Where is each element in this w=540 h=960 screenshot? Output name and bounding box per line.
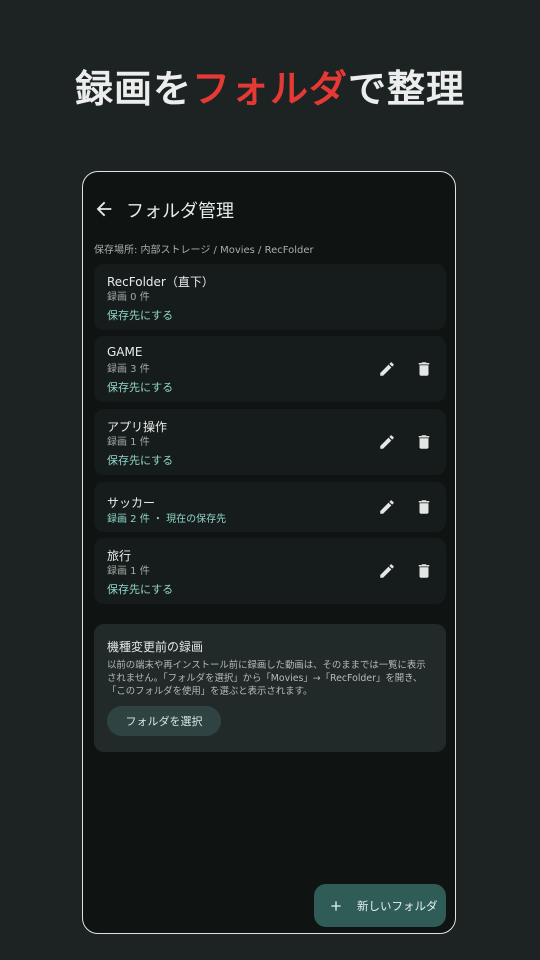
headline-part1: 録画を <box>74 67 192 111</box>
pencil-icon <box>380 435 394 449</box>
pencil-icon <box>380 500 394 514</box>
delete-button[interactable] <box>412 495 436 519</box>
delete-button[interactable] <box>412 559 436 583</box>
arrow-back-icon[interactable] <box>93 198 115 220</box>
folder-name: サッカー <box>107 496 156 510</box>
edit-button[interactable] <box>375 430 399 454</box>
delete-button[interactable] <box>412 430 436 454</box>
set-destination-button[interactable]: 保存先にする <box>107 307 173 323</box>
plus-icon <box>331 900 341 911</box>
folder-card-soccer: サッカー 録画 2 件 ・ 現在の保存先 <box>94 482 446 532</box>
folder-name: GAME <box>107 345 143 359</box>
folder-count: 録画 0 件 <box>107 292 150 303</box>
info-body: 以前の端末や再インストール前に録画した動画は、そのままでは一覧に表示 されません… <box>107 659 437 698</box>
set-destination-button[interactable]: 保存先にする <box>107 581 173 597</box>
info-line: 「このフォルダを使用」を選ぶと表示されます。 <box>107 686 313 697</box>
folder-count-current: 録画 2 件 ・ 現在の保存先 <box>107 514 227 525</box>
folder-card-app-operation: アプリ操作 録画 1 件 保存先にする <box>94 409 446 475</box>
set-destination-button[interactable]: 保存先にする <box>107 452 173 468</box>
info-title: 機種変更前の録画 <box>107 640 204 654</box>
edit-button[interactable] <box>375 559 399 583</box>
trash-icon <box>418 362 430 376</box>
migration-info-card: 機種変更前の録画 以前の端末や再インストール前に録画した動画は、そのままでは一覧… <box>94 624 446 752</box>
page-title: フォルダ管理 <box>126 201 234 222</box>
storage-path: 保存場所: 内部ストレージ / Movies / RecFolder <box>94 245 314 256</box>
delete-button[interactable] <box>412 357 436 381</box>
app-bar: フォルダ管理 <box>83 194 455 226</box>
folder-card-recfolder-root: RecFolder（直下） 録画 0 件 保存先にする <box>94 264 446 330</box>
folder-card-travel: 旅行 録画 1 件 保存先にする <box>94 538 446 604</box>
pencil-icon <box>380 362 394 376</box>
info-line: されません。「フォルダを選択」から「Movies」→「RecFolder」を開き… <box>107 673 423 684</box>
trash-icon <box>418 500 430 514</box>
fab-label: 新しいフォルダ <box>357 898 438 913</box>
phone-screen: フォルダ管理 保存場所: 内部ストレージ / Movies / RecFolde… <box>82 171 456 934</box>
edit-button[interactable] <box>375 495 399 519</box>
new-folder-fab[interactable]: 新しいフォルダ <box>314 884 446 927</box>
edit-button[interactable] <box>375 357 399 381</box>
folder-count: 録画 1 件 <box>107 437 150 448</box>
info-line: 以前の端末や再インストール前に録画した動画は、そのままでは一覧に表示 <box>107 660 426 671</box>
select-folder-button[interactable]: フォルダを選択 <box>107 706 221 736</box>
folder-card-game: GAME 録画 3 件 保存先にする <box>94 336 446 402</box>
trash-icon <box>418 564 430 578</box>
promo-headline: 録画をフォルダで整理 <box>0 58 540 113</box>
headline-part2: で整理 <box>348 67 466 111</box>
headline-accent: フォルダ <box>191 67 348 111</box>
folder-count: 録画 1 件 <box>107 566 150 577</box>
pencil-icon <box>380 564 394 578</box>
set-destination-button[interactable]: 保存先にする <box>107 379 173 395</box>
trash-icon <box>418 435 430 449</box>
folder-count: 録画 3 件 <box>107 364 150 375</box>
